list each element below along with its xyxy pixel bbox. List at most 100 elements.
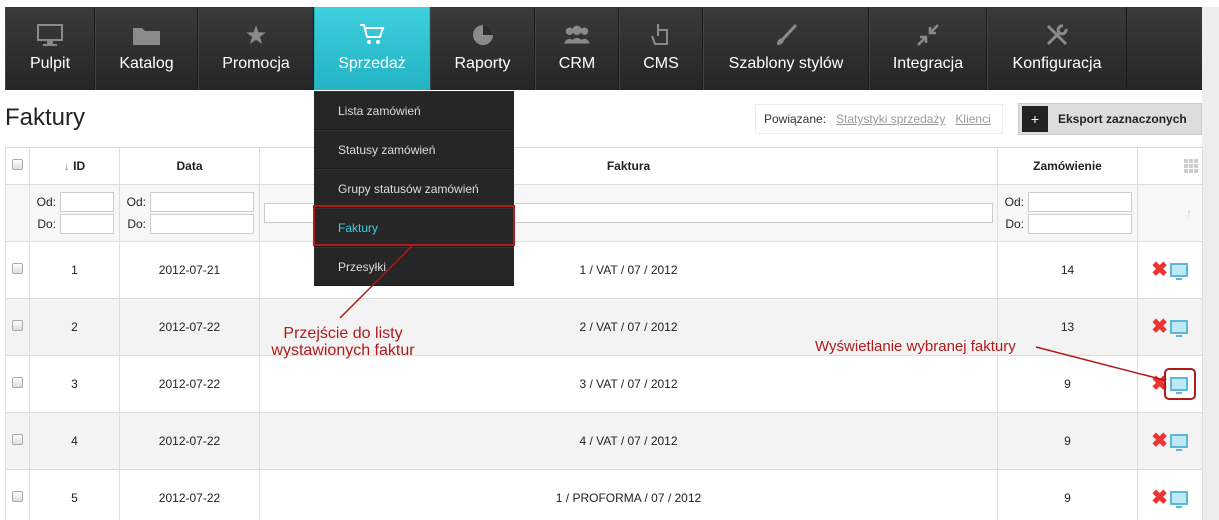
nav-label: Raporty: [454, 55, 511, 72]
export-selected-button[interactable]: + Eksport zaznaczonych: [1018, 103, 1202, 135]
nav-pulpit[interactable]: Pulpit: [5, 7, 95, 90]
menu-item-status-groups[interactable]: Grupy statusów zamówień: [314, 169, 514, 208]
nav-konfiguracja[interactable]: Konfiguracja: [987, 7, 1127, 90]
filter-actions: ↑: [1137, 184, 1203, 242]
nav-sprzedaz[interactable]: Sprzedaż: [314, 7, 430, 90]
table-row[interactable]: 1 2012-07-21 1 / VAT / 07 / 2012 14 ✖: [5, 241, 1203, 299]
users-icon: [562, 21, 592, 49]
delete-icon[interactable]: ✖: [1151, 488, 1168, 508]
nav-label: CMS: [643, 55, 679, 72]
row-checkbox[interactable]: [12, 491, 23, 502]
nav-label: Pulpit: [29, 55, 71, 72]
filter-empty: [5, 184, 30, 242]
order-to-input[interactable]: [1028, 214, 1132, 234]
col-order[interactable]: Zamówienie: [997, 147, 1138, 185]
annotation-invoices-menu: Przejście do listy wystawionych faktur: [258, 325, 428, 359]
cart-icon: [357, 21, 387, 49]
main-nav: Pulpit Katalog ★ Promocja Sprzedaż Rapor…: [5, 7, 1202, 90]
delete-icon[interactable]: ✖: [1151, 317, 1168, 337]
row-id: 4: [29, 412, 120, 470]
nav-szablony[interactable]: Szablony stylów: [703, 7, 869, 90]
row-checkbox[interactable]: [12, 263, 23, 274]
nav-label: Sprzedaż: [338, 55, 406, 72]
filter-order: Od: Do:: [997, 184, 1138, 242]
nav-label: Integracja: [892, 55, 964, 72]
related-link-clients[interactable]: Klienci: [955, 112, 990, 126]
nav-label: Promocja: [222, 55, 290, 72]
col-date[interactable]: Data: [119, 147, 260, 185]
table-row[interactable]: 3 2012-07-22 3 / VAT / 07 / 2012 9 ✖: [5, 355, 1203, 413]
sort-down-icon: ↓: [63, 159, 70, 173]
related-link-stats[interactable]: Statystyki sprzedaży: [836, 112, 945, 126]
brush-icon: [771, 21, 801, 49]
table-row[interactable]: 4 2012-07-22 4 / VAT / 07 / 2012 9 ✖: [5, 412, 1203, 470]
nav-label: CRM: [558, 55, 596, 72]
page-title: Faktury: [5, 104, 86, 131]
filter-id: Od: Do:: [29, 184, 120, 242]
id-to-input[interactable]: [60, 214, 114, 234]
row-select-cell: [5, 412, 30, 470]
from-label: Od:: [1004, 195, 1024, 209]
pie-chart-icon: [468, 21, 498, 49]
annotation-text-line1: Przejście do listy: [283, 325, 403, 342]
row-checkbox[interactable]: [12, 434, 23, 445]
annotation-view-invoice: Wyświetlanie wybranej faktury: [815, 338, 1016, 355]
menu-item-shipments[interactable]: Przesyłki: [314, 247, 514, 286]
select-all-checkbox[interactable]: [12, 159, 23, 170]
table-header: ↓ ID Data Faktura Zamówienie: [5, 147, 1203, 185]
sales-dropdown-menu: Lista zamówień Statusy zamówień Grupy st…: [314, 91, 514, 286]
row-select-cell: [5, 355, 30, 413]
col-id-label: ID: [73, 159, 86, 173]
row-select-cell: [5, 241, 30, 299]
col-actions: [1137, 147, 1203, 185]
row-invoice: 1 / PROFORMA / 07 / 2012: [259, 469, 998, 520]
row-id: 5: [29, 469, 120, 520]
date-to-input[interactable]: [150, 214, 254, 234]
row-date: 2012-07-22: [119, 469, 260, 520]
nav-cms[interactable]: CMS: [619, 7, 703, 90]
delete-icon[interactable]: ✖: [1151, 260, 1168, 280]
nav-raporty[interactable]: Raporty: [430, 7, 535, 90]
folder-icon: [132, 21, 162, 49]
date-from-input[interactable]: [150, 192, 254, 212]
delete-icon[interactable]: ✖: [1151, 431, 1168, 451]
view-monitor-icon[interactable]: [1170, 434, 1188, 451]
from-label: Od:: [126, 195, 146, 209]
row-id: 3: [29, 355, 120, 413]
col-id[interactable]: ↓ ID: [29, 147, 120, 185]
view-monitor-icon[interactable]: [1170, 491, 1188, 508]
nav-promocja[interactable]: ★ Promocja: [198, 7, 314, 90]
row-checkbox[interactable]: [12, 320, 23, 331]
row-actions: ✖: [1137, 298, 1203, 356]
nav-crm[interactable]: CRM: [535, 7, 619, 90]
row-checkbox[interactable]: [12, 377, 23, 388]
highlight-invoices-menu: [313, 205, 515, 246]
arrow-up-icon[interactable]: ↑: [1186, 206, 1192, 220]
row-select-cell: [5, 469, 30, 520]
row-actions: ✖: [1137, 412, 1203, 470]
filter-row: Od: Do: Od: Do: Od: Do: ↑: [5, 184, 1203, 242]
nav-integracja[interactable]: Integracja: [869, 7, 987, 90]
to-label: Do:: [1005, 217, 1024, 231]
page-scrollbar[interactable]: [1202, 7, 1219, 520]
table-row[interactable]: 5 2012-07-22 1 / PROFORMA / 07 / 2012 9 …: [5, 469, 1203, 520]
nav-katalog[interactable]: Katalog: [95, 7, 198, 90]
from-label: Od:: [36, 195, 56, 209]
row-invoice: 4 / VAT / 07 / 2012: [259, 412, 998, 470]
grid-icon[interactable]: [1184, 159, 1198, 173]
filter-date: Od: Do:: [119, 184, 260, 242]
to-label: Do:: [127, 217, 146, 231]
row-id: 2: [29, 298, 120, 356]
monitor-icon: [35, 21, 65, 49]
nav-label: Szablony stylów: [728, 55, 844, 72]
row-order: 9: [997, 412, 1138, 470]
order-from-input[interactable]: [1028, 192, 1132, 212]
menu-item-orders[interactable]: Lista zamówień: [314, 91, 514, 130]
related-label: Powiązane:: [764, 112, 827, 126]
hand-pointer-icon: [646, 21, 676, 49]
row-date: 2012-07-22: [119, 355, 260, 413]
view-monitor-icon[interactable]: [1170, 263, 1188, 280]
menu-item-order-statuses[interactable]: Statusy zamówień: [314, 130, 514, 169]
view-monitor-icon[interactable]: [1170, 320, 1188, 337]
id-from-input[interactable]: [60, 192, 114, 212]
